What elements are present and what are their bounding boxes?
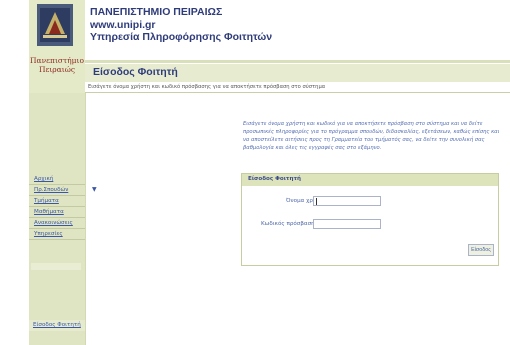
nav-item-courses[interactable]: Μαθήματα — [34, 209, 64, 215]
nav-item-home[interactable]: Αρχική — [34, 176, 53, 182]
login-panel-header: Είσοδος Φοιτητή — [242, 174, 498, 186]
nav-divider — [29, 206, 85, 207]
university-logo-text: Πανεπιστήμιο Πειραιώς — [29, 56, 85, 74]
nav-divider — [29, 217, 85, 218]
text-caret — [316, 198, 317, 205]
site-header: ΠΑΝΕΠΙΣΤΗΜΙΟ ΠΕΙΡΑΙΩΣ www.unipi.gr Υπηρε… — [90, 6, 272, 44]
header-line1: ΠΑΝΕΠΙΣΤΗΜΙΟ ΠΕΙΡΑΙΩΣ — [90, 6, 223, 18]
content-left-border — [85, 93, 86, 345]
nav-divider — [29, 195, 85, 196]
nav-item-student-login-label: Είσοδος Φοιτητή — [33, 322, 81, 328]
header-url[interactable]: www.unipi.gr — [90, 19, 272, 32]
login-submit-button[interactable]: Είσοδος — [468, 244, 494, 256]
password-input[interactable] — [313, 219, 381, 229]
page-title: Είσοδος Φοιτητή — [93, 66, 178, 78]
intro-text: Εισάγετε όνομα χρήστη και κωδικό για να … — [243, 121, 500, 151]
nav-item-announcements[interactable]: Ανακοινώσεις — [34, 220, 73, 226]
page-subtitle: Εισάγετε όνομα χρήστη και κωδικό πρόσβασ… — [88, 84, 326, 90]
nav-divider — [29, 239, 85, 240]
password-label: Κωδικός πρόσβασης: — [261, 221, 320, 227]
header-separator — [85, 60, 510, 63]
nav-item-curriculum[interactable]: Πρ.Σπουδών — [34, 187, 68, 193]
nav-divider — [29, 228, 85, 229]
logo-line1: Πανεπιστήμιο — [29, 56, 84, 65]
nav-item-placeholder — [31, 263, 81, 270]
nav-item-services[interactable]: Υπηρεσίες — [34, 231, 63, 237]
logo-line2: Πειραιώς — [38, 65, 76, 74]
header-line3: Υπηρεσία Πληροφόρησης Φοιτητών — [90, 31, 273, 43]
nav-divider — [29, 184, 85, 185]
university-crest-icon — [37, 4, 73, 46]
nav-item-departments[interactable]: Τμήματα — [34, 198, 59, 204]
subtitle-divider — [85, 92, 510, 93]
nav-item-student-login[interactable]: Είσοδος Φοιτητή — [29, 320, 85, 331]
chevron-down-icon[interactable]: ▼ — [92, 186, 97, 193]
login-panel: Είσοδος Φοιτητή Όνομα χρήστη: Κωδικός πρ… — [241, 173, 499, 266]
username-input[interactable] — [313, 196, 381, 206]
login-panel-title: Είσοδος Φοιτητή — [248, 176, 302, 182]
